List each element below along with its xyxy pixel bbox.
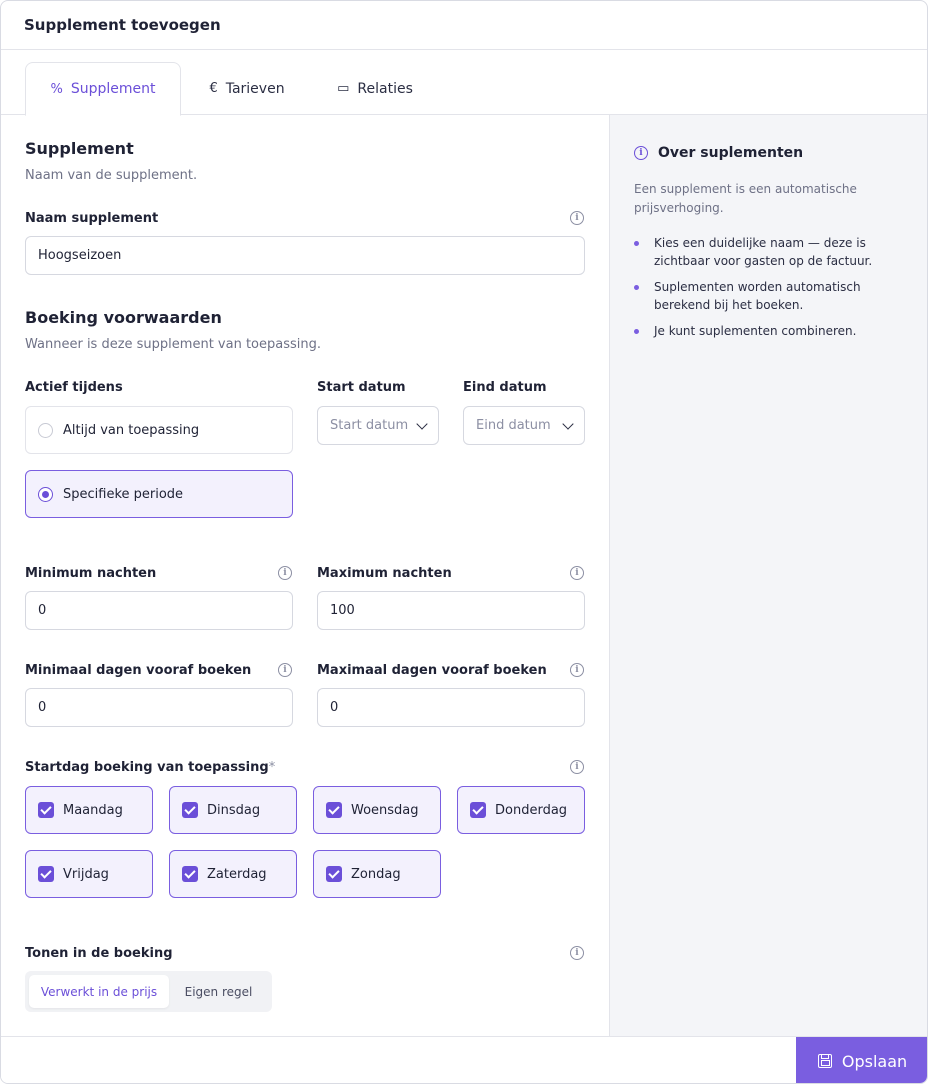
day-checkbox-woensdag[interactable]: Woensdag xyxy=(313,786,441,834)
checkbox-checked xyxy=(326,802,342,818)
side-title: i Over suplementen xyxy=(634,145,905,161)
display-toggle: Verwerkt in de prijs Eigen regel xyxy=(25,971,272,1012)
section-subtitle-conditions: Wanneer is deze supplement van toepassin… xyxy=(25,337,321,352)
tab-label: Supplement xyxy=(70,81,156,97)
end-date-select[interactable]: Eind datum xyxy=(463,406,585,445)
min-nights-input[interactable]: 0 xyxy=(25,591,293,630)
max-nights-label: Maximum nachten xyxy=(317,566,452,581)
section-title-supplement: Supplement xyxy=(25,139,134,158)
tab-relaties[interactable]: ▭ Relaties xyxy=(327,62,423,115)
checkbox-checked xyxy=(38,866,54,882)
end-date-label: Eind datum xyxy=(463,380,547,395)
list-item: Je kunt suplementen combineren. xyxy=(634,322,905,340)
info-icon[interactable]: i xyxy=(570,211,584,225)
checkbox-checked xyxy=(326,866,342,882)
info-icon[interactable]: i xyxy=(570,946,584,960)
day-label: Vrijdag xyxy=(63,866,109,882)
min-nights-label: Minimum nachten xyxy=(25,566,157,581)
tab-tarieven[interactable]: € Tarieven xyxy=(197,62,297,115)
info-icon[interactable]: i xyxy=(278,663,292,677)
euro-icon: € xyxy=(209,81,218,96)
chevron-down-icon xyxy=(416,417,428,430)
modal-footer: Opslaan xyxy=(1,1036,927,1083)
checkbox-checked xyxy=(182,802,198,818)
radio-indicator xyxy=(38,486,53,502)
chevron-down-icon xyxy=(562,417,574,430)
list-item: Kies een duidelijke naam — deze is zicht… xyxy=(634,234,905,270)
display-option-own-line[interactable]: Eigen regel xyxy=(169,975,268,1008)
tab-supplement[interactable]: % Supplement xyxy=(25,62,181,116)
day-checkbox-dinsdag[interactable]: Dinsdag xyxy=(169,786,297,834)
modal-title: Supplement toevoegen xyxy=(1,1,927,50)
display-option-in-price[interactable]: Verwerkt in de prijs xyxy=(29,975,169,1008)
info-icon[interactable]: i xyxy=(570,663,584,677)
calendar-icon: ▭ xyxy=(337,81,350,96)
min-days-label: Minimaal dagen vooraf boeken xyxy=(25,663,252,678)
info-icon[interactable]: i xyxy=(570,760,584,774)
info-icon[interactable]: i xyxy=(278,566,292,580)
display-label: Tonen in de boeking xyxy=(25,946,173,961)
required-mark: * xyxy=(268,760,276,775)
tab-label: Relaties xyxy=(357,80,413,97)
section-title-conditions: Boeking voorwaarden xyxy=(25,308,222,327)
name-input[interactable]: Hoogseizoen xyxy=(25,236,585,275)
day-label: Zondag xyxy=(351,866,401,882)
side-intro: Een supplement is een automatische prijs… xyxy=(634,182,857,215)
checkbox-checked xyxy=(470,802,486,818)
save-button[interactable]: Opslaan xyxy=(796,1037,927,1083)
save-label: Opslaan xyxy=(841,1051,908,1071)
day-label: Maandag xyxy=(63,802,123,818)
info-icon[interactable]: i xyxy=(570,566,584,580)
active-label: Actief tijdens xyxy=(25,380,123,395)
list-item: Suplementen worden automatisch berekend … xyxy=(634,278,905,314)
tab-bar: % Supplement € Tarieven ▭ Relaties xyxy=(1,50,927,116)
max-nights-input[interactable]: 100 xyxy=(317,591,585,630)
radio-label: Altijd van toepassing xyxy=(63,422,200,438)
form-main: Supplement Naam van de supplement. Naam … xyxy=(1,115,609,1036)
day-label: Dinsdag xyxy=(207,802,261,818)
min-days-input[interactable]: 0 xyxy=(25,688,293,727)
radio-always[interactable]: Altijd van toepassing xyxy=(25,406,293,454)
max-days-label: Maximaal dagen vooraf boeken xyxy=(317,663,547,678)
day-checkbox-maandag[interactable]: Maandag xyxy=(25,786,153,834)
side-bullets: Kies een duidelijke naam — deze is zicht… xyxy=(634,234,905,340)
day-label: Zaterdag xyxy=(207,866,267,882)
day-checkbox-vrijdag[interactable]: Vrijdag xyxy=(25,850,153,898)
startday-label: Startdag boeking van toepassing* xyxy=(25,760,275,775)
day-checkbox-zaterdag[interactable]: Zaterdag xyxy=(169,850,297,898)
percent-icon: % xyxy=(50,81,63,97)
radio-indicator xyxy=(38,422,53,438)
radio-label: Specifieke periode xyxy=(63,486,184,502)
save-icon xyxy=(817,1054,832,1068)
end-date-placeholder: Eind datum xyxy=(476,418,551,433)
start-date-select[interactable]: Start datum xyxy=(317,406,439,445)
section-subtitle-supplement: Naam van de supplement. xyxy=(25,168,198,183)
day-label: Woensdag xyxy=(351,802,419,818)
day-checkbox-donderdag[interactable]: Donderdag xyxy=(457,786,585,834)
info-sidebar: i Over suplementen Een supplement is een… xyxy=(609,115,927,1036)
info-icon: i xyxy=(634,146,648,160)
checkbox-checked xyxy=(38,802,54,818)
start-date-label: Start datum xyxy=(317,380,406,395)
radio-specific[interactable]: Specifieke periode xyxy=(25,470,293,518)
tab-label: Tarieven xyxy=(225,80,285,97)
supplement-modal: Supplement toevoegen % Supplement € Tari… xyxy=(0,0,928,1084)
start-date-placeholder: Start datum xyxy=(330,418,409,433)
name-label: Naam supplement xyxy=(25,211,159,226)
checkbox-checked xyxy=(182,866,198,882)
day-label: Donderdag xyxy=(495,802,568,818)
side-title-text: Over suplementen xyxy=(658,145,804,161)
startday-label-text: Startdag boeking van toepassing xyxy=(25,760,269,775)
day-checkbox-zondag[interactable]: Zondag xyxy=(313,850,441,898)
max-days-input[interactable]: 0 xyxy=(317,688,585,727)
